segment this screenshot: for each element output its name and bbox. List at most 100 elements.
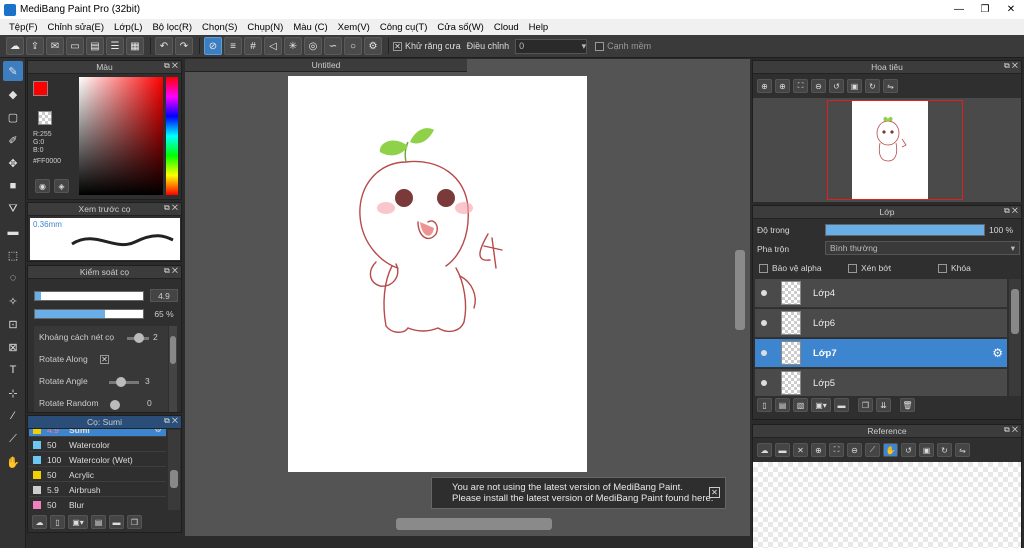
parallel-snap-icon[interactable]: ≡: [224, 37, 242, 55]
menu-edit[interactable]: Chỉnh sửa(E): [43, 22, 110, 33]
new-halftone-layer-icon[interactable]: ▤: [775, 398, 790, 412]
notice-line-2[interactable]: Please install the latest version of Med…: [452, 493, 725, 504]
soft-edge-checkbox[interactable]: [595, 41, 605, 51]
drawing-canvas[interactable]: [288, 76, 587, 472]
hand-tool-icon[interactable]: ✋: [3, 452, 23, 472]
zoom-out-icon[interactable]: ⊖: [811, 79, 826, 93]
folder-icon[interactable]: ▬: [109, 515, 124, 529]
magic-wand-tool-icon[interactable]: ✧: [3, 291, 23, 311]
rotate-angle-knob[interactable]: [116, 377, 126, 387]
minimize-button[interactable]: —: [946, 0, 972, 19]
snap-off-icon[interactable]: ⊘: [204, 37, 222, 55]
brush-list-item[interactable]: 4.9 Sumi ⚙: [29, 429, 166, 437]
canvas-vertical-scrollbar[interactable]: [735, 250, 745, 330]
panel-close-icon[interactable]: ⧉ ✕: [1004, 425, 1018, 435]
flip-icon[interactable]: ⇋: [883, 79, 898, 93]
panel-close-icon[interactable]: ⧉ ✕: [164, 416, 178, 426]
zoom-in-icon[interactable]: ⊕: [775, 79, 790, 93]
ellipse-snap-icon[interactable]: ○: [344, 37, 362, 55]
visibility-icon[interactable]: [761, 290, 767, 296]
rect-tool-icon[interactable]: ▢: [3, 107, 23, 127]
rotate-right-icon[interactable]: ↻: [937, 443, 952, 457]
notice-close-icon[interactable]: ✕: [709, 487, 720, 498]
brush-list-item[interactable]: 5.9 Airbrush: [29, 483, 166, 497]
menu-file[interactable]: Tệp(F): [4, 22, 43, 33]
brush-options-scrollbar[interactable]: [169, 326, 177, 412]
layer-row[interactable]: Lớp5: [755, 369, 1007, 396]
circle-snap-icon[interactable]: ◎: [304, 37, 322, 55]
zoom-in-icon[interactable]: ⊕: [811, 443, 826, 457]
layer-row[interactable]: Lớp6: [755, 309, 1007, 338]
menu-view[interactable]: Xem(V): [333, 22, 375, 33]
select-pen-tool-icon[interactable]: ⊡: [3, 314, 23, 334]
menu-help[interactable]: Help: [524, 22, 554, 33]
undo-icon[interactable]: ↶: [155, 37, 173, 55]
brush-list-item[interactable]: 50 Watercolor: [29, 438, 166, 452]
actual-size-icon[interactable]: ▣: [847, 79, 862, 93]
chat-icon[interactable]: ✉: [46, 37, 64, 55]
page-icon[interactable]: ▤: [86, 37, 104, 55]
merge-layer-icon[interactable]: ⇊: [876, 398, 891, 412]
actual-size-icon[interactable]: ▣: [919, 443, 934, 457]
fit-icon[interactable]: ⛶: [829, 443, 844, 457]
new-layer-icon[interactable]: ▯: [757, 398, 772, 412]
maximize-button[interactable]: ❐: [972, 0, 998, 19]
gradient-tool-icon[interactable]: ▬: [3, 222, 23, 242]
cloud-download-icon[interactable]: ☁: [757, 443, 772, 457]
vanish-snap-icon[interactable]: ◁: [264, 37, 282, 55]
brush-list-item[interactable]: 50 Acrylic: [29, 468, 166, 482]
cross-snap-icon[interactable]: #: [244, 37, 262, 55]
palette-icon[interactable]: ◉: [35, 179, 50, 193]
eyedropper-icon[interactable]: ⟋: [865, 443, 880, 457]
zoom-out-icon[interactable]: ⊖: [847, 443, 862, 457]
panel-close-icon[interactable]: ⧉ ✕: [164, 203, 178, 213]
hand-icon[interactable]: ✋: [883, 443, 898, 457]
radial-snap-icon[interactable]: ✳: [284, 37, 302, 55]
close-button[interactable]: ✕: [998, 0, 1024, 19]
comment-icon[interactable]: ▭: [66, 37, 84, 55]
open-folder-icon[interactable]: ▬: [775, 443, 790, 457]
brush-size-value[interactable]: 4.9: [150, 289, 178, 302]
layer-row[interactable]: Lớp7 ⚙: [755, 339, 1007, 368]
menu-layer[interactable]: Lớp(L): [109, 22, 147, 33]
layer-list-scrollbar[interactable]: [1009, 279, 1021, 396]
menu-select[interactable]: Chọn(S): [197, 22, 242, 33]
reference-view[interactable]: [753, 462, 1021, 548]
add-brush-menu-icon[interactable]: ▣▾: [68, 515, 88, 529]
share-icon[interactable]: ⇪: [26, 37, 44, 55]
text-tool-icon[interactable]: T: [3, 360, 23, 380]
remove-icon[interactable]: ✕: [793, 443, 808, 457]
lasso-tool-icon[interactable]: ◌: [3, 268, 23, 288]
eraser-tool-icon[interactable]: ◆: [3, 84, 23, 104]
hue-slider[interactable]: [166, 77, 178, 195]
snap-settings-icon[interactable]: ⚙: [364, 37, 382, 55]
duplicate-icon[interactable]: ❐: [127, 515, 142, 529]
canvas-horizontal-scrollbar[interactable]: [396, 518, 552, 530]
menu-cloud[interactable]: Cloud: [489, 22, 524, 33]
palette-add-icon[interactable]: ◈: [54, 179, 69, 193]
brush-list-scrollbar[interactable]: [168, 430, 180, 510]
menu-window[interactable]: Cửa số(W): [432, 22, 488, 33]
delete-layer-icon[interactable]: 🗑: [900, 398, 915, 412]
new-8bit-layer-icon[interactable]: ▧: [793, 398, 808, 412]
panel-close-icon[interactable]: ⧉ ✕: [1004, 206, 1018, 216]
flip-icon[interactable]: ⇋: [955, 443, 970, 457]
layer-folder-icon[interactable]: ▬: [834, 398, 849, 412]
rotate-random-knob[interactable]: [110, 400, 120, 410]
dot-tool-icon[interactable]: ✐: [3, 130, 23, 150]
adjust-select[interactable]: 0 ▾: [515, 38, 588, 54]
lock-checkbox[interactable]: [938, 264, 947, 273]
visibility-icon[interactable]: [761, 380, 767, 386]
panel-close-icon[interactable]: ⧉ ✕: [164, 61, 178, 71]
new-brush-icon[interactable]: ▯: [50, 515, 65, 529]
operation-tool-icon[interactable]: ⊹: [3, 383, 23, 403]
cloud-download-icon[interactable]: ☁: [32, 515, 47, 529]
brush-list-item[interactable]: 50 Blur: [29, 498, 166, 511]
add-layer-menu-icon[interactable]: ▣▾: [811, 398, 831, 412]
curve-snap-icon[interactable]: ∽: [324, 37, 342, 55]
select-tool-icon[interactable]: ⬚: [3, 245, 23, 265]
rotate-left-icon[interactable]: ↺: [829, 79, 844, 93]
brush-list-item[interactable]: 100 Watercolor (Wet): [29, 453, 166, 467]
layer-row[interactable]: Lớp4: [755, 279, 1007, 308]
rotate-right-icon[interactable]: ↻: [865, 79, 880, 93]
